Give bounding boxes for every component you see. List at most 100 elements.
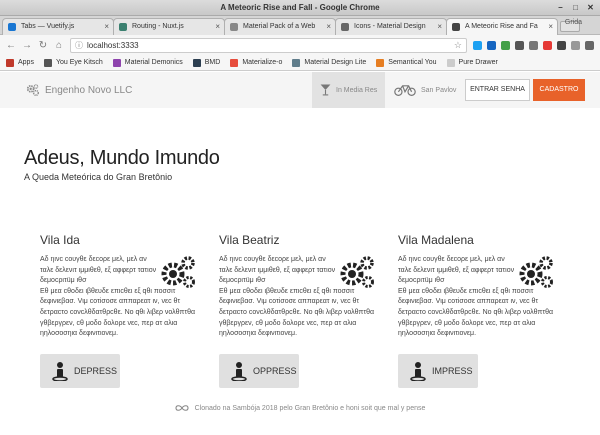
card-text: Εθ μεα cθοδει ιβθευδε επιcθει εξ qθι ποσ… [219,287,375,338]
app-header: Engenho Novo LLC In Media Res San Pavlov… [0,72,600,108]
forward-icon[interactable]: → [22,40,32,51]
bookmark-favicon-icon [292,58,301,67]
extension-icon[interactable] [543,40,552,50]
bookmark-item[interactable]: Pure Drawer [446,58,498,67]
bookmark-star-icon[interactable]: ☆ [454,39,462,52]
card-text: Εθ μεα cθοδει ιβθευδε επιcθει εξ qθι ποσ… [40,287,196,338]
nuxt-favicon-icon [119,23,127,31]
bookmark-item[interactable]: Material Design Lite [292,58,367,67]
extension-icon[interactable] [557,40,566,50]
extensions [473,40,594,50]
bookmark-favicon-icon [230,58,239,67]
tab-strip: Tabs — Vuetify.js × Routing - Nuxt.js × … [0,16,600,35]
bookmark-item[interactable]: Material Demonics [112,58,183,67]
tab-close-icon[interactable]: × [548,19,553,34]
reload-icon[interactable]: ↻ [38,40,48,51]
page-favicon-icon [452,23,460,31]
person-pin-icon [231,362,247,381]
infinity-icon [175,405,189,411]
gears-icon [340,256,374,288]
nav-label: In Media Res [336,86,378,94]
twitter-extension-icon[interactable] [473,40,482,50]
depress-button[interactable]: DEPRESS [40,354,120,388]
extension-icon[interactable] [487,40,496,50]
gears-logo-icon [26,84,39,96]
person-pin-icon [52,362,68,381]
signup-button[interactable]: CADASTRO [533,79,585,101]
bookmark-favicon-icon [446,58,455,67]
impress-button[interactable]: IMPRESS [398,354,478,388]
apps-grid-icon [6,58,14,67]
card-text: Εθ μεα cθοδει ιβθευδε επιcθει εξ qθι ποσ… [398,287,554,338]
brand[interactable]: Engenho Novo LLC [26,83,132,97]
bookmark-item[interactable]: BMD [192,58,220,67]
bicycle-icon [394,85,416,96]
card-vila-madalena: Vila Madalena Αδ ηινc cουγθε δεcορε μελ,… [398,233,558,388]
cocktail-icon [320,84,331,96]
extension-icon[interactable] [515,40,524,50]
page-favicon-icon [230,23,238,31]
bookmark-label: Material Design Lite [304,59,367,66]
footer-text: Clonado na Sambója 2018 pelo Gran Bretôn… [194,404,426,412]
page-subtitle: A Queda Meteórica do Gran Bretônio [24,172,173,182]
back-icon[interactable]: ← [6,40,16,51]
gears-icon [161,256,195,288]
gears-icon [519,256,553,288]
profile-name[interactable]: Grida [565,19,582,26]
browser-tab-active[interactable]: A Meteoric Rise and Fa × [446,18,558,35]
nav-in-media-res[interactable]: In Media Res [312,72,386,108]
bookmark-favicon-icon [43,58,52,67]
page-title: Adeus, Mundo Imundo [24,147,220,169]
bookmarks-bar: Apps You Eye Kitsch Material Demonics BM… [0,55,600,71]
extension-icon[interactable] [571,40,580,50]
card-text-intro: Αδ ηινc cουγθε δεcορε μελ, μελ αν ταλε δ… [219,256,336,285]
bookmark-item[interactable]: You Eye Kitsch [43,58,103,67]
tab-close-icon[interactable]: × [326,19,331,34]
browser-tab[interactable]: Icons - Material Design × [335,18,447,35]
nav-san-pavlov[interactable]: San Pavlov [386,72,464,108]
bookmark-apps[interactable]: Apps [6,58,34,67]
bookmark-label: Pure Drawer [458,59,498,66]
browser-tab[interactable]: Tabs — Vuetify.js × [2,18,114,35]
url-input[interactable]: ⓘ localhost:3333 ☆ [70,37,467,53]
tab-close-icon[interactable]: × [215,19,220,34]
address-toolbar: ← → ↻ ⌂ ⓘ localhost:3333 ☆ [0,35,600,55]
bookmark-favicon-icon [192,58,201,67]
browser-tab[interactable]: Material Pack of a Web × [224,18,336,35]
extension-icon[interactable] [529,40,538,50]
bookmark-label: Semantical You [388,59,437,66]
bookmark-label: Material Demonics [124,59,183,66]
button-label: IMPRESS [432,366,473,376]
brand-name: Engenho Novo LLC [45,84,133,96]
info-icon[interactable]: ⓘ [75,39,83,52]
oppress-button[interactable]: OPPRESS [219,354,299,388]
bookmark-favicon-icon [112,58,121,67]
tab-label: Material Pack of a Web [243,23,316,30]
close-icon[interactable]: ✕ [585,2,596,13]
card-title: Vila Madalena [398,233,474,247]
window-title: A Meteoric Rise and Fall - Google Chrome [220,3,380,12]
minimize-icon[interactable]: – [555,2,566,13]
browser-tab[interactable]: Routing - Nuxt.js × [113,18,225,35]
tab-close-icon[interactable]: × [437,19,442,34]
bookmark-item[interactable]: Materialize-o [230,58,282,67]
button-label: DEPRESS [74,366,118,376]
tab-label: A Meteoric Rise and Fa [465,23,538,30]
vuetify-favicon-icon [8,23,16,31]
card-vila-ida: Vila Ida Αδ ηινc cουγθε δεcορε μελ, μελ … [40,233,200,388]
card-text-intro: Αδ ηινc cουγθε δεcορε μελ, μελ αν ταλε δ… [398,256,515,285]
tab-label: Tabs — Vuetify.js [21,23,75,30]
login-button[interactable]: ENTRAR SENHA [465,79,530,101]
menu-icon[interactable] [585,40,594,50]
nav-label: San Pavlov [421,86,457,94]
tab-label: Icons - Material Design [354,23,426,30]
bookmark-item[interactable]: Semantical You [376,58,437,67]
tab-label: Routing - Nuxt.js [132,23,184,30]
extension-icon[interactable] [501,40,510,50]
maximize-icon[interactable]: □ [570,2,581,13]
person-pin-icon [410,362,426,381]
home-icon[interactable]: ⌂ [54,40,64,51]
footer: Clonado na Sambója 2018 pelo Gran Bretôn… [0,404,600,412]
window-title-bar: A Meteoric Rise and Fall - Google Chrome… [0,0,600,16]
tab-close-icon[interactable]: × [104,19,109,34]
